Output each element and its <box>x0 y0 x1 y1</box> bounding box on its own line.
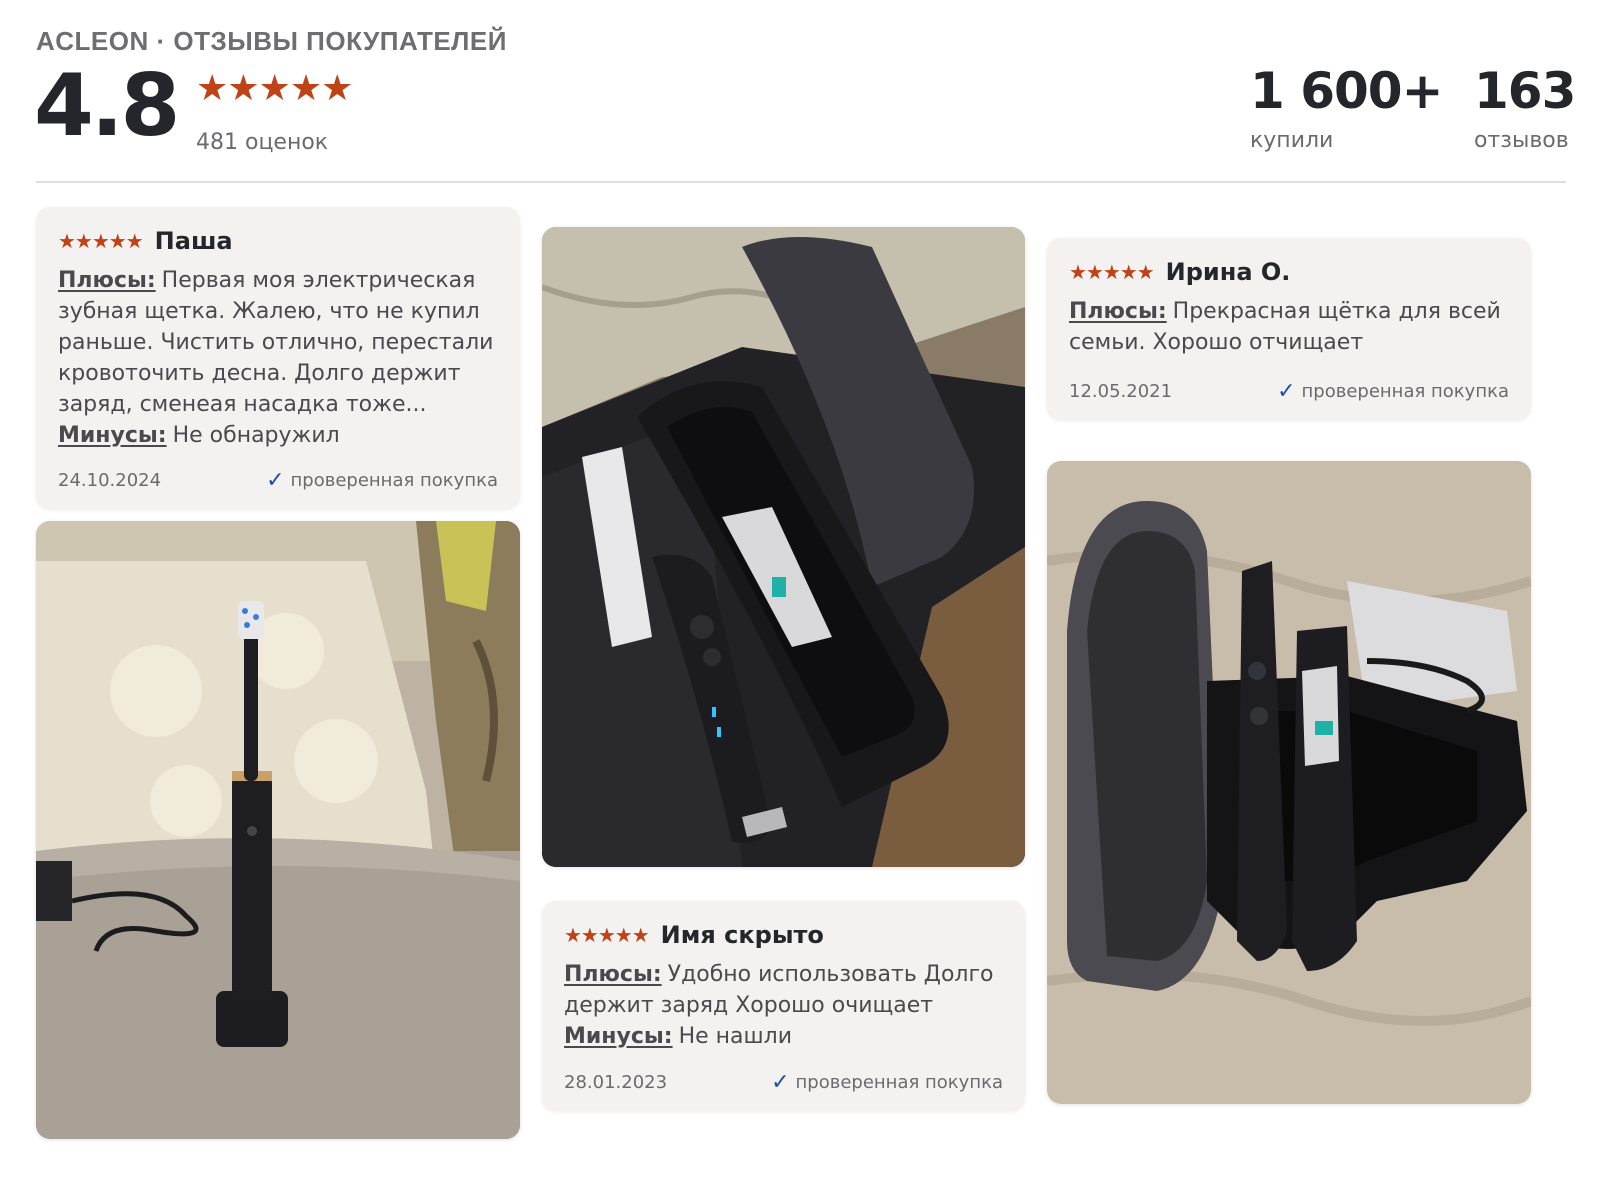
review-photo-toothbrush-stand[interactable] <box>36 521 520 1139</box>
review-card[interactable]: ★★★★★ Ирина О. Плюсы: Прекрасная щётка дл… <box>1047 238 1531 420</box>
rating-stars: ★★★★★ <box>196 68 353 109</box>
review-stars: ★★★★★ <box>58 229 144 253</box>
review-card[interactable]: ★★★★★ Паша Плюсы: Первая моя электрическа… <box>36 207 520 509</box>
case-open-image <box>1047 461 1531 1104</box>
cons-text: Не обнаружил <box>172 423 340 448</box>
verified-label: проверенная покупка <box>795 1072 1003 1093</box>
header-divider <box>36 181 1566 183</box>
review-date: 24.10.2024 <box>58 470 162 491</box>
reviews-value: 163 <box>1474 62 1576 120</box>
reviewer-name: Имя скрыто <box>660 921 824 949</box>
cons-label: Минусы: <box>58 423 167 448</box>
verified-purchase: ✓ проверенная покупка <box>1277 379 1509 404</box>
review-date: 12.05.2021 <box>1069 381 1173 402</box>
verified-purchase: ✓ проверенная покупка <box>771 1070 1003 1095</box>
toothbrush-stand-image <box>36 521 520 1139</box>
reviews-stat[interactable]: 163 отзывов <box>1474 62 1576 153</box>
check-icon: ✓ <box>266 468 285 493</box>
ratings-count: 481 оценок <box>196 130 329 155</box>
reviewer-name: Паша <box>154 227 233 255</box>
verified-purchase: ✓ проверенная покупка <box>266 468 498 493</box>
pros-label: Плюсы: <box>58 268 156 293</box>
verified-label: проверенная покупка <box>1301 381 1509 402</box>
pros-label: Плюсы: <box>1069 299 1167 324</box>
reviewer-name: Ирина О. <box>1165 258 1291 286</box>
review-card[interactable]: ★★★★★ Имя скрыто Плюсы: Удобно использова… <box>542 901 1025 1111</box>
brand-title: ACLEON · ОТЗЫВЫ ПОКУПАТЕЛЕЙ <box>36 26 507 56</box>
bought-label: купили <box>1250 128 1334 153</box>
check-icon: ✓ <box>1277 379 1296 404</box>
check-icon: ✓ <box>771 1070 790 1095</box>
cons-text: Не нашли <box>678 1024 793 1049</box>
bought-value: 1 600+ <box>1250 62 1443 120</box>
verified-label: проверенная покупка <box>290 470 498 491</box>
review-stars: ★★★★★ <box>1069 260 1155 284</box>
toothbrush-case-image <box>542 227 1025 867</box>
review-photo-toothbrush-case[interactable] <box>542 227 1025 867</box>
review-date: 28.01.2023 <box>564 1072 668 1093</box>
review-stars: ★★★★★ <box>564 923 650 947</box>
cons-label: Минусы: <box>564 1024 673 1049</box>
reviews-label: отзывов <box>1474 128 1569 153</box>
bought-stat: 1 600+ купили <box>1250 62 1443 153</box>
pros-label: Плюсы: <box>564 962 662 987</box>
average-rating: 4.8 <box>34 56 180 156</box>
review-photo-case-open[interactable] <box>1047 461 1531 1104</box>
